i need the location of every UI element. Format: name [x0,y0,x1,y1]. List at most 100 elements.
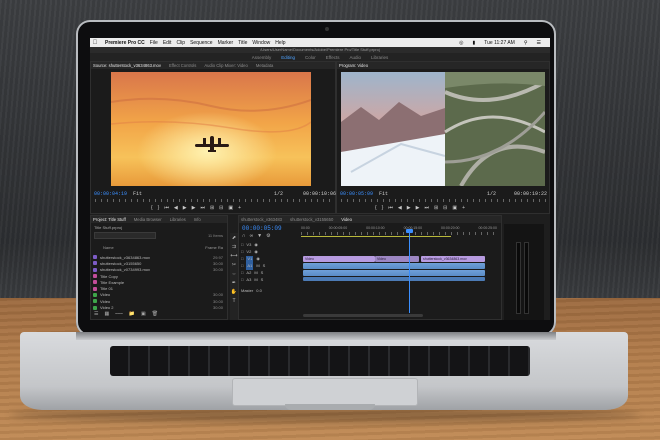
source-timecode-in[interactable]: 00:00:04:19 [94,191,127,197]
lock-icon[interactable]: □ [241,270,243,277]
clip-video-v1-c[interactable]: shutterstock_v3634863.mov [421,256,485,262]
mute-icon[interactable]: M [254,277,257,284]
clip-video-v1[interactable]: Video [303,256,375,262]
track-v2[interactable]: □ V2 ◉ [241,249,299,256]
type-tool-icon[interactable]: T [232,298,235,304]
prog-export-frame-icon[interactable]: ▣ [452,205,457,211]
insert-icon[interactable]: ⊞ [210,205,214,211]
tab-sequence-1[interactable]: shutterstock_v363483 [241,217,282,222]
list-view-icon[interactable]: ☰ [94,311,98,317]
extract-icon[interactable]: ⊟ [443,205,447,211]
tab-info[interactable]: Info [194,217,201,222]
go-to-in-icon[interactable]: ⏮ [164,205,169,211]
source-resolution-select[interactable]: 1/2 [274,191,283,197]
lock-icon[interactable]: □ [241,249,243,256]
lock-icon[interactable]: □ [241,256,243,263]
add-button-icon[interactable]: + [238,205,241,211]
menu-edit[interactable]: Edit [163,40,172,46]
menu-sequence[interactable]: Sequence [190,40,213,46]
razor-tool-icon[interactable]: ✂ [232,262,236,268]
battery-icon[interactable]: ▮ [473,40,476,46]
lock-icon[interactable]: □ [241,242,243,249]
prog-step-back-icon[interactable]: ◀ [398,205,402,211]
lift-icon[interactable]: ⊞ [434,205,438,211]
menu-file[interactable]: File [150,40,158,46]
clip-audio-a1[interactable] [303,263,485,269]
prog-go-to-out-icon[interactable]: ⏭ [424,205,429,211]
tab-metadata[interactable]: Metadata [256,63,273,68]
playhead-handle[interactable] [406,229,413,233]
pen-tool-icon[interactable]: ✒ [232,280,236,286]
timeline-timecode[interactable]: 00:00:05:09 [242,225,282,232]
label-color-swatch[interactable] [93,261,97,266]
track-v3[interactable]: □ V3 ◉ [241,242,299,249]
prog-add-button-icon[interactable]: + [462,205,465,211]
snap-icon[interactable]: ∩ [242,233,246,239]
prog-mark-in-icon[interactable]: { [375,205,377,211]
apple-icon[interactable]:  [90,40,100,46]
mute-icon[interactable]: M [256,263,259,270]
zoom-slider[interactable]: ⎯⎯⎯ [115,311,123,317]
program-fit-select[interactable]: Fit [379,191,388,197]
track-v1[interactable]: □ V1 ◉ [241,256,299,263]
workspace-effects[interactable]: Effects [326,55,340,60]
menu-window[interactable]: Window [252,40,270,46]
trash-icon[interactable]: 🗑 [152,311,158,317]
tab-program[interactable]: Program: Video [339,63,368,68]
tab-sequence-2[interactable]: shutterstock_v3155650 [290,217,333,222]
solo-icon[interactable]: S [261,270,264,277]
export-frame-icon[interactable]: ▣ [228,205,233,211]
track-select-icon[interactable]: ⇉ [232,244,236,250]
search-icon[interactable]: ⚲ [524,40,528,46]
label-color-swatch[interactable] [93,267,97,272]
menu-clip[interactable]: Clip [176,40,185,46]
tab-audio-clip-mixer[interactable]: Audio Clip Mixer: Video [204,63,247,68]
mark-out-icon[interactable]: } [158,205,160,211]
tab-project[interactable]: Project: Title Stuff [93,217,126,222]
workspace-libraries[interactable]: Libraries [371,55,388,60]
tab-source[interactable]: Source: shutterstock_v3634863.mov [93,63,161,68]
menu-list-icon[interactable]: ☰ [537,40,541,46]
mark-in-icon[interactable]: { [151,205,153,211]
linked-selection-icon[interactable]: ∞ [250,233,254,239]
wifi-icon[interactable]: ◎ [459,40,463,46]
project-item[interactable]: Video 2 30.00 [93,304,223,310]
workspace-editing[interactable]: Editing [281,55,295,60]
prog-go-to-in-icon[interactable]: ⏮ [388,205,393,211]
go-to-out-icon[interactable]: ⏭ [200,205,205,211]
label-color-swatch[interactable] [93,292,97,297]
project-search-input[interactable] [94,232,156,239]
workspace-color[interactable]: Color [305,55,316,60]
menu-title[interactable]: Title [238,40,247,46]
label-color-swatch[interactable] [93,299,97,304]
track-master[interactable]: Master 0.0 [241,288,299,295]
label-color-swatch[interactable] [93,280,97,285]
menu-marker[interactable]: Marker [218,40,234,46]
solo-icon[interactable]: S [263,263,266,270]
step-back-icon[interactable]: ◀ [174,205,178,211]
label-color-swatch[interactable] [93,255,97,260]
work-area-bar[interactable] [301,236,451,237]
track-a1[interactable]: □ A1 M S [241,263,299,270]
lock-icon[interactable]: □ [241,277,243,284]
tab-effect-controls[interactable]: Effect Controls [169,63,196,68]
track-a2[interactable]: □ A2 M S [241,270,299,277]
app-name-menu[interactable]: Premiere Pro CC [105,40,145,46]
source-fit-select[interactable]: Fit [133,191,142,197]
lock-icon[interactable]: □ [241,263,243,270]
add-marker-icon[interactable]: ▼ [257,233,262,239]
solo-icon[interactable]: S [261,277,264,284]
track-a3[interactable]: □ A3 M S [241,277,299,284]
tab-sequence-video[interactable]: Video [341,217,352,222]
menu-help[interactable]: Help [275,40,285,46]
clip-audio-a2[interactable] [303,270,485,276]
label-color-swatch[interactable] [93,286,97,291]
clip-audio-a3[interactable] [303,277,485,281]
program-time-ruler[interactable] [341,199,547,202]
playhead[interactable] [409,229,410,313]
program-timecode-in[interactable]: 00:00:05:09 [340,191,373,197]
prog-step-forward-icon[interactable]: ▶ [416,205,420,211]
timeline-ruler[interactable] [301,232,497,235]
hand-tool-icon[interactable]: ✋ [231,289,237,295]
clock[interactable]: Tue 11:27 AM [484,40,515,46]
